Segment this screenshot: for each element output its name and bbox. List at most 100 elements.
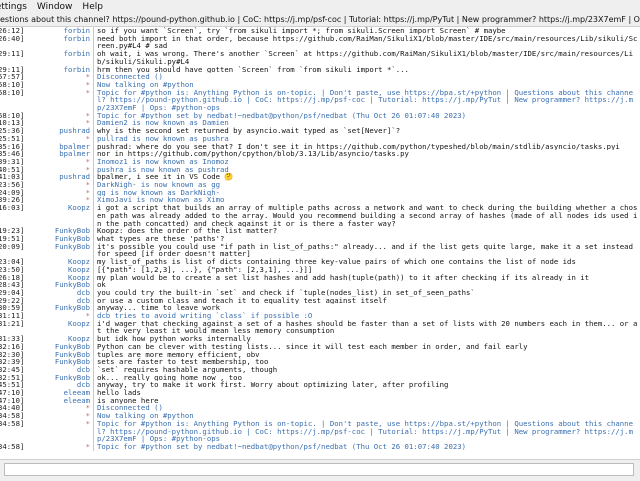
message-nick[interactable]: forbin [20,66,93,74]
message-timestamp: 20:09] [0,241,25,251]
nick-separator [93,312,94,320]
message-nick[interactable]: * [20,412,93,420]
chat-message-row: 58:10] * Now talking on #python [0,81,640,89]
nick-separator [93,288,94,297]
nick-separator [93,358,94,366]
chat-message-row: 19:51] FunkyBob what types are these 'path… [0,235,640,243]
message-text: tuples are more memory efficient, obv [97,350,260,359]
nick-separator [93,365,94,374]
message-timestamp: 34:58] [0,441,25,451]
message-input[interactable] [4,463,634,476]
menu-window[interactable]: Window [33,0,79,14]
nick-separator [93,419,94,443]
message-nick[interactable]: * [20,135,93,143]
message-nick[interactable]: FunkyBob [20,343,93,351]
message-text: oh wait, i was wrong. There's another `S… [97,50,633,66]
message-nick[interactable]: eleeam [20,389,93,397]
message-nick[interactable]: FunkyBob [20,304,93,312]
nick-separator [93,242,94,259]
message-nick[interactable]: FunkyBob [20,243,93,258]
chat-message-row: 25:36] pushrad why is the second set retur… [0,127,640,135]
message-text: ok [97,281,106,289]
message-text: Python can be clever with testing lists.… [97,342,528,351]
message-timestamp: 26:40] [0,33,25,43]
menu-settings[interactable]: Settings [0,0,33,14]
message-nick[interactable]: forbin [20,35,93,50]
nick-separator [93,389,94,397]
chat-message-row: 31:21] Koopz i'd wager that checking again… [0,319,640,336]
message-nick[interactable]: Koopz [20,266,93,274]
message-text: Topic for #python is: Anything Python is… [97,88,633,112]
message-nick[interactable]: * [20,158,93,166]
message-text: Now talking on #python [97,412,194,420]
message-nick[interactable]: eleeam [20,397,93,405]
message-nick[interactable]: dcb [20,297,93,305]
message-nick[interactable]: FunkyBob [20,358,93,366]
message-nick[interactable]: Koopz [20,320,93,335]
message-nick[interactable]: Koopz [20,274,93,282]
message-nick[interactable]: Koopz [20,204,93,227]
chat-message-row: 10:13] * Damien2 is now known as Damien [0,119,640,128]
chat-message-row: 47:10] eleeam hello lads [0,389,640,397]
menu-help[interactable]: Help [78,0,109,14]
message-text: why is the second set returned by asynci… [97,127,401,135]
message-text: so if you want `Screen`, try `from sikul… [97,27,506,35]
message-nick[interactable]: * [20,112,93,120]
nick-separator [93,412,94,420]
chat-message-row: 41:03] pushrad bpalmer, i see it in VS Cod… [0,173,640,182]
message-nick[interactable]: dcb [20,366,93,374]
nick-separator [93,442,94,451]
message-nick[interactable]: * [20,119,93,127]
nick-separator [93,165,94,174]
message-nick[interactable]: bpalmer [20,143,93,151]
message-nick[interactable]: * [20,181,93,189]
nick-separator [93,404,94,413]
chat-message-row: 34:40] * Disconnected () [0,404,640,413]
message-nick[interactable]: FunkyBob [20,227,93,235]
chat-message-row: 32:51] FunkyBob ok... really going home no… [0,373,640,382]
message-nick[interactable]: * [20,312,93,320]
message-nick[interactable]: forbin [20,50,93,65]
message-text: hello lads [97,389,141,397]
nick-separator [93,142,94,151]
message-nick[interactable]: * [20,166,93,174]
chat-message-row: 23:56] * DarkNigh- is now known as gg [0,181,640,189]
message-nick[interactable]: FunkyBob [20,235,93,243]
message-nick[interactable]: FunkyBob [20,374,93,382]
message-nick[interactable]: dcb [20,289,93,297]
message-nick[interactable]: bpalmer [20,150,93,158]
message-nick[interactable]: * [20,81,93,89]
chat-message-row: 29:04] dcb you could try the built-in `set… [0,289,640,297]
message-nick[interactable]: * [20,404,93,412]
message-nick[interactable]: * [20,196,93,204]
nick-separator [93,150,94,158]
message-nick[interactable]: FunkyBob [20,351,93,359]
message-nick[interactable]: * [20,189,93,197]
message-timestamp: 16:03] [0,203,25,213]
nick-separator [93,73,94,81]
message-text: anyway... time to leave work [97,304,221,313]
message-nick[interactable]: * [20,420,93,443]
channel-topic[interactable]: estions about this channel? https://poun… [0,14,640,27]
message-nick[interactable]: dcb [20,381,93,389]
nick-separator [93,65,94,74]
chat-log[interactable]: 26:12] forbin so if you want `Screen`, try… [0,27,640,459]
message-text: Now talking on #python [97,80,194,89]
message-nick[interactable]: * [20,73,93,81]
chat-message-row: 23:50] Koopz [{"path": [1,2,3], ...}, {"pa… [0,266,640,274]
message-nick[interactable]: * [20,443,93,451]
message-nick[interactable]: Koopz [20,335,93,343]
message-nick[interactable]: pushrad [20,127,93,135]
input-bar [0,459,640,481]
message-nick[interactable]: forbin [20,27,93,35]
message-text: pushra is now known as pushrad [97,165,229,174]
message-nick[interactable]: FunkyBob [20,281,93,289]
message-nick[interactable]: * [20,89,93,112]
message-nick[interactable]: pushrad [20,173,93,181]
nick-separator [93,281,94,289]
chat-message-row: 29:22] dcb or use a custom class and teach… [0,296,640,305]
message-text: my list_of_paths is list of dicts contai… [97,258,576,266]
message-nick[interactable]: Koopz [20,258,93,266]
nick-separator [93,181,94,189]
chat-message-row: 35:16] bpalmer pushrad: where do you see t… [0,142,640,151]
